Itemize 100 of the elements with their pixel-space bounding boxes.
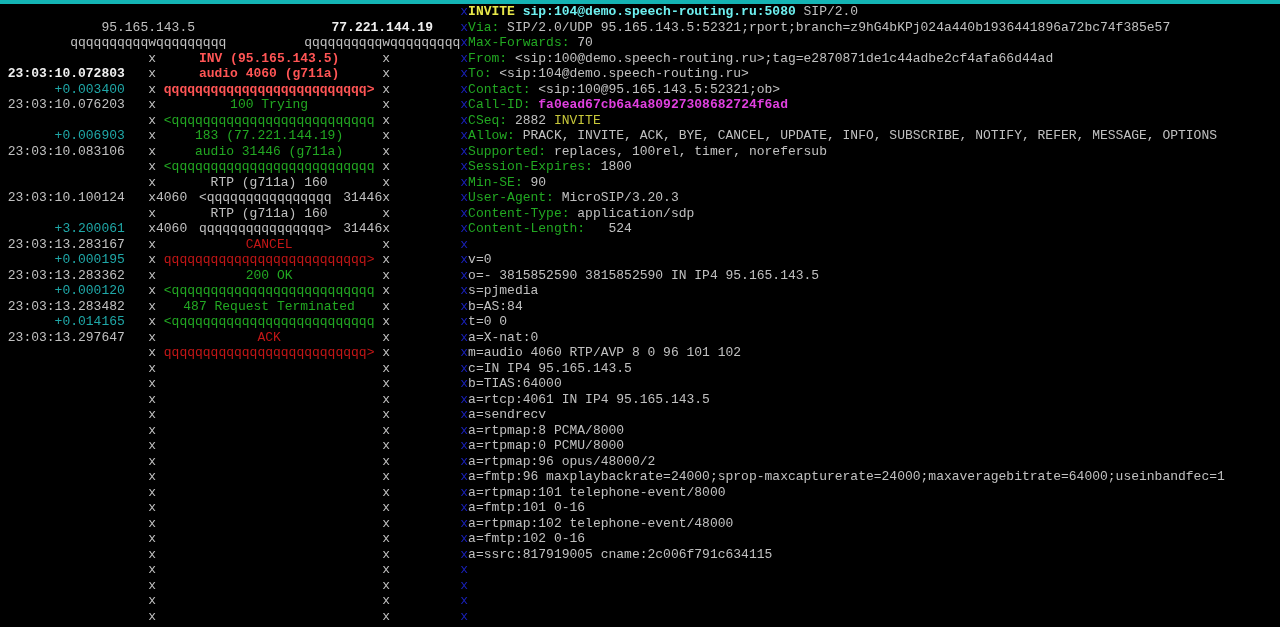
message-label[interactable]: ACK bbox=[257, 329, 281, 345]
lifeline-glyph: x bbox=[382, 345, 391, 361]
lifeline-glyph: x bbox=[382, 577, 391, 593]
sdp-line: a=rtcp:4061 IN IP4 95.165.143.5 bbox=[468, 391, 710, 407]
flow-arrow: <qqqqqqqqqqqqqqqqqqqqqqqqqq bbox=[163, 112, 375, 128]
header-value: MicroSIP/3.20.3 bbox=[561, 190, 679, 206]
lifeline-glyph: x bbox=[148, 608, 156, 624]
flow-arrow: qqqqqqqqqqqqqqqqqqqqqqqqqq> bbox=[163, 81, 375, 97]
lifeline-glyph: x bbox=[382, 128, 391, 144]
call-id-value: fa0ead67cb6a4a80927308682724f6ad bbox=[538, 97, 788, 113]
sdp-line: c=IN IP4 95.165.143.5 bbox=[468, 360, 632, 376]
header-name: Content-Length: bbox=[468, 221, 586, 237]
lifeline-glyph: x bbox=[382, 267, 391, 283]
timestamp: 23:03:13.297647 bbox=[7, 329, 125, 345]
flow-arrow: qqqqqqqqqqqqqqqqqqqqqqqqqq> bbox=[163, 345, 375, 361]
header-name: Via: bbox=[468, 19, 500, 35]
sdp-line: a=X-nat:0 bbox=[468, 329, 539, 345]
border-glyph: x bbox=[460, 360, 469, 376]
lifeline-glyph: x bbox=[382, 531, 391, 547]
border-glyph: x bbox=[460, 81, 469, 97]
lifeline-glyph: x bbox=[382, 391, 391, 407]
lifeline-glyph: x bbox=[148, 97, 156, 113]
message-label[interactable]: RTP (g711a) 160 bbox=[210, 205, 328, 221]
lifeline-glyph: x bbox=[148, 593, 156, 609]
lifeline-glyph: x bbox=[148, 531, 156, 547]
sdp-line: v=0 bbox=[468, 252, 492, 268]
timestamp: 23:03:13.283167 bbox=[7, 236, 125, 252]
lifeline-glyph: x bbox=[148, 546, 156, 562]
message-label[interactable]: 200 OK bbox=[245, 267, 293, 283]
border-glyph: x bbox=[460, 593, 469, 609]
lifeline-glyph: x bbox=[148, 267, 156, 283]
lifeline-glyph: x bbox=[382, 500, 391, 516]
request-uri: sip:104@demo.speech-routing.ru:5080 bbox=[522, 4, 796, 20]
header-name: Session-Expires: bbox=[468, 159, 593, 175]
message-label[interactable]: audio 4060 (g711a) bbox=[198, 66, 340, 82]
lifeline-glyph: x bbox=[148, 329, 156, 345]
lifeline-glyph: 31446x bbox=[343, 221, 391, 237]
lifeline-glyph: x bbox=[382, 469, 391, 485]
border-glyph: x bbox=[460, 97, 469, 113]
border-glyph: x bbox=[460, 608, 469, 624]
header-name: Allow: bbox=[468, 128, 515, 144]
lifeline-glyph: x bbox=[148, 112, 156, 128]
lifeline-glyph: x bbox=[148, 128, 156, 144]
timestamp: +0.003400 bbox=[54, 81, 125, 97]
lifeline-glyph: x bbox=[148, 360, 156, 376]
header-value: <sip:100@95.165.143.5:52321;ob> bbox=[538, 81, 781, 97]
host-address: 95.165.143.5 bbox=[101, 19, 195, 35]
message-label[interactable]: RTP (g711a) 160 bbox=[210, 174, 328, 190]
header-name: Call-ID: bbox=[468, 97, 531, 113]
header-name: Contact: bbox=[468, 81, 531, 97]
lifeline-glyph: x bbox=[148, 422, 156, 438]
timestamp: 23:03:10.076203 bbox=[7, 97, 125, 113]
border-glyph: x bbox=[460, 298, 469, 314]
flow-arrow: qqqqqqqqqqqqqqqqqqqqqqqqqq> bbox=[163, 252, 375, 268]
sdp-line: a=rtpmap:102 telephone-event/48000 bbox=[468, 515, 734, 531]
header-name: Max-Forwards: bbox=[468, 35, 570, 51]
message-label[interactable]: 100 Trying bbox=[230, 97, 309, 113]
message-label[interactable]: audio 31446 (g711a) bbox=[195, 143, 344, 159]
message-label[interactable]: 183 (77.221.144.19) bbox=[195, 128, 344, 144]
border-glyph: x bbox=[460, 19, 469, 35]
lifeline-glyph: x bbox=[382, 453, 391, 469]
lifeline-glyph: x bbox=[382, 252, 391, 268]
lifeline-glyph: x bbox=[148, 205, 156, 221]
timestamp: +0.014165 bbox=[54, 314, 125, 330]
border-glyph: x bbox=[460, 469, 469, 485]
lifeline-glyph: x bbox=[382, 515, 391, 531]
lifeline-glyph: x bbox=[382, 283, 391, 299]
border-glyph: x bbox=[460, 422, 469, 438]
lifeline-glyph: x bbox=[382, 50, 391, 66]
lifeline-glyph: x bbox=[382, 546, 391, 562]
sdp-line: a=ssrc:817919005 cname:2c006f791c634115 bbox=[468, 546, 773, 562]
flow-arrow: <qqqqqqqqqqqqqqqqqqqqqqqqqq bbox=[163, 314, 375, 330]
border-glyph: x bbox=[460, 128, 469, 144]
host-lifeline-head: qqqqqqqqqqwqqqqqqqqq bbox=[304, 35, 461, 51]
header-name: To: bbox=[468, 66, 492, 82]
flow-arrow: <qqqqqqqqqqqqqqqqqqqqqqqqqq bbox=[163, 159, 375, 175]
lifeline-glyph: x bbox=[382, 360, 391, 376]
lifeline-glyph: x bbox=[382, 562, 391, 578]
border-glyph: x bbox=[460, 66, 469, 82]
border-glyph: x bbox=[460, 500, 469, 516]
border-glyph: x bbox=[460, 391, 469, 407]
message-label[interactable]: CANCEL bbox=[245, 236, 293, 252]
lifeline-glyph: x bbox=[382, 484, 391, 500]
host-address: 77.221.144.19 bbox=[331, 19, 433, 35]
lifeline-glyph: x bbox=[148, 236, 156, 252]
header-value: replaces, 100rel, timer, norefersub bbox=[553, 143, 827, 159]
border-glyph: x bbox=[460, 329, 469, 345]
sdp-line: b=TIAS:64000 bbox=[468, 376, 562, 392]
timestamp: +0.006903 bbox=[54, 128, 125, 144]
lifeline-glyph: x bbox=[382, 608, 391, 624]
header-name: Supported: bbox=[468, 143, 547, 159]
border-glyph: x bbox=[460, 236, 469, 252]
timestamp: 23:03:10.083106 bbox=[7, 143, 125, 159]
timestamp: +3.200061 bbox=[54, 221, 125, 237]
border-glyph: x bbox=[460, 174, 469, 190]
lifeline-glyph: x bbox=[148, 391, 156, 407]
message-label[interactable]: 487 Request Terminated bbox=[183, 298, 355, 314]
message-label[interactable]: INV (95.165.143.5) bbox=[198, 50, 340, 66]
timestamp: 23:03:10.100124 bbox=[7, 190, 125, 206]
lifeline-glyph: x bbox=[148, 500, 156, 516]
